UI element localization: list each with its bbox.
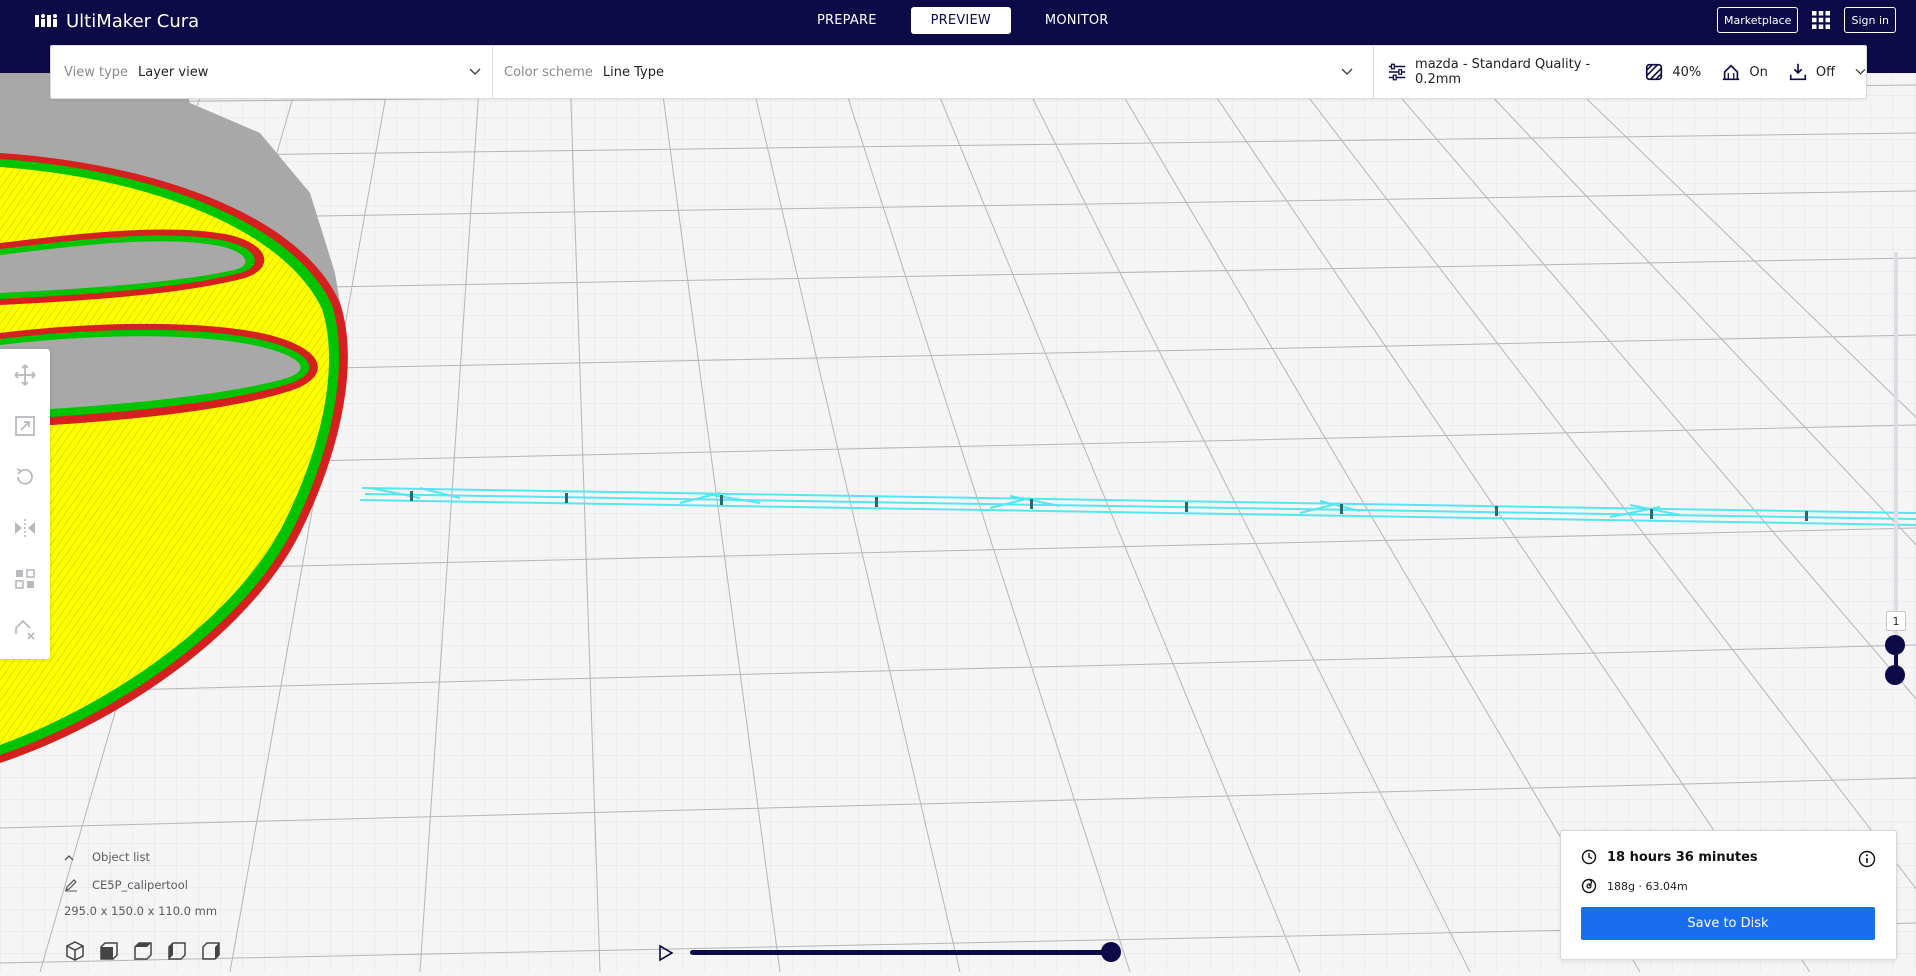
color-scheme-selector[interactable]: Color scheme Line Type — [504, 46, 664, 98]
simulation-slider-track[interactable] — [690, 950, 1112, 955]
simulation-slider-handle[interactable] — [1101, 942, 1121, 962]
infill-icon — [1646, 63, 1663, 81]
print-time-row: 18 hours 36 minutes — [1581, 849, 1758, 865]
view-type-label: View type — [64, 64, 129, 80]
view-type-selector[interactable]: View type Layer view — [64, 46, 208, 98]
apps-grid-icon[interactable] — [1810, 9, 1832, 31]
chevron-down-icon[interactable] — [1341, 68, 1353, 76]
object-list-header: Object list — [92, 850, 150, 864]
transform-toolbar — [0, 349, 50, 659]
adhesion-icon — [1789, 63, 1806, 81]
app-brand: UltiMaker Cura — [34, 10, 199, 32]
color-scheme-value: Line Type — [602, 64, 664, 80]
chevron-down-icon[interactable] — [469, 68, 481, 76]
infill-value: 40% — [1672, 64, 1702, 80]
material-usage: 188g · 63.04m — [1607, 879, 1688, 893]
move-icon[interactable] — [13, 363, 37, 387]
object-list-toggle[interactable]: Object list — [64, 850, 150, 864]
print-settings-summary[interactable]: mazda - Standard Quality - 0.2mm 40% On … — [1387, 46, 1866, 98]
view-settings-bar: View type Layer view Color scheme Line T… — [50, 45, 1867, 99]
layer-lower-handle[interactable] — [1885, 665, 1905, 685]
chevron-down-icon[interactable] — [1855, 68, 1866, 76]
support-blocker-icon[interactable] — [13, 618, 37, 642]
sliders-icon — [1388, 63, 1406, 81]
mirror-icon[interactable] — [13, 516, 37, 540]
layer-upper-handle[interactable] — [1885, 635, 1905, 655]
adhesion-value: Off — [1815, 64, 1836, 80]
top-view-icon[interactable] — [132, 940, 154, 962]
spool-icon — [1581, 878, 1597, 894]
object-list-item[interactable]: CE5P_calipertool — [64, 878, 188, 892]
front-view-icon[interactable] — [98, 940, 120, 962]
tab-prepare[interactable]: PREPARE — [797, 7, 897, 34]
chevron-up-icon — [64, 854, 74, 860]
play-icon[interactable] — [658, 944, 674, 962]
color-scheme-label: Color scheme — [504, 64, 593, 80]
info-icon[interactable] — [1858, 850, 1876, 868]
view-type-value: Layer view — [138, 64, 209, 80]
ultimaker-logo-icon — [35, 14, 57, 27]
profile-name: mazda - Standard Quality - 0.2mm — [1415, 57, 1591, 87]
divider — [1373, 46, 1374, 98]
layer-slider-track[interactable] — [1894, 252, 1898, 672]
print-time: 18 hours 36 minutes — [1607, 849, 1758, 865]
clock-icon — [1581, 849, 1597, 865]
material-row: 188g · 63.04m — [1581, 878, 1688, 894]
camera-view-buttons — [64, 940, 222, 962]
print-info-panel: 18 hours 36 minutes 188g · 63.04m Save t… — [1560, 830, 1897, 960]
top-right-controls: Marketplace Sign in — [1717, 7, 1896, 33]
right-view-icon[interactable] — [200, 940, 222, 962]
tab-monitor[interactable]: MONITOR — [1025, 7, 1129, 34]
sign-in-button[interactable]: Sign in — [1844, 7, 1896, 33]
pencil-icon — [65, 879, 77, 892]
left-view-icon[interactable] — [166, 940, 188, 962]
object-dimensions-row: 295.0 x 150.0 x 110.0 mm — [64, 904, 217, 918]
save-to-disk-button[interactable]: Save to Disk — [1581, 907, 1875, 940]
stage-tabs: PREPARE PREVIEW MONITOR — [797, 7, 1129, 34]
current-layer-number[interactable]: 1 — [1886, 611, 1906, 631]
per-model-settings-icon[interactable] — [13, 567, 37, 591]
object-dimensions: 295.0 x 150.0 x 110.0 mm — [64, 904, 218, 918]
rotate-icon[interactable] — [13, 465, 37, 489]
scale-icon[interactable] — [13, 414, 37, 438]
app-title: UltiMaker Cura — [66, 10, 200, 32]
support-icon — [1723, 64, 1740, 81]
support-value: On — [1749, 64, 1768, 80]
tab-preview[interactable]: PREVIEW — [910, 7, 1011, 34]
object-name: CE5P_calipertool — [92, 878, 188, 892]
divider — [492, 46, 493, 98]
3d-view-icon[interactable] — [64, 940, 86, 962]
marketplace-button[interactable]: Marketplace — [1717, 7, 1799, 33]
